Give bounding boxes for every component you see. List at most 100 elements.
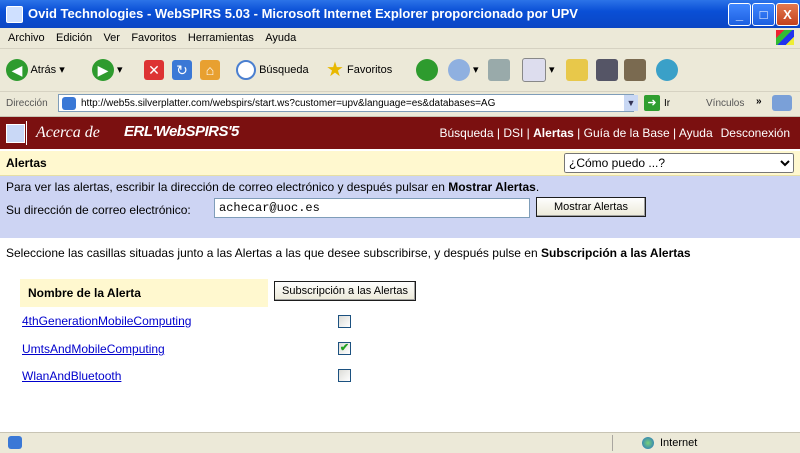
subscribe-instructions: Seleccione las casillas situadas junto a… — [6, 246, 691, 260]
maximize-button[interactable]: □ — [752, 3, 775, 26]
folder-button[interactable] — [566, 57, 588, 83]
nav-separator: | — [573, 126, 584, 140]
subscribe-button[interactable]: Subscripción a las Alertas — [274, 281, 416, 301]
help-select[interactable]: ¿Cómo puedo ...? — [564, 153, 794, 173]
show-alerts-button[interactable]: Mostrar Alertas — [536, 197, 646, 217]
menu-herramientas[interactable]: Herramientas — [188, 28, 254, 48]
mail-button[interactable]: ▾ — [448, 57, 479, 83]
alert-link[interactable]: UmtsAndMobileComputing — [22, 342, 165, 356]
nav-alertas[interactable]: Alertas — [533, 126, 574, 140]
nav-alertas-label: Alertas — [533, 126, 574, 140]
email-label: Su dirección de correo electrónico: — [6, 203, 191, 217]
forward-button[interactable]: ▶ ▾ — [92, 57, 123, 83]
nav-guia[interactable]: Guía de la Base — [584, 126, 670, 140]
status-divider — [612, 435, 613, 451]
history-button[interactable] — [416, 57, 438, 83]
address-bar: Dirección http://web5s.silverplatter.com… — [0, 92, 800, 117]
webspirs-logo-icon[interactable] — [6, 124, 25, 143]
nav-separator: | — [669, 126, 679, 140]
back-arrow-icon: ◀ — [6, 59, 28, 82]
checkmark-icon: ✔ — [339, 342, 350, 354]
instructions-text: Para ver las alertas, escribir la direcc… — [6, 180, 449, 194]
email-panel: Para ver las alertas, escribir la direcc… — [0, 176, 800, 238]
window-title: Ovid Technologies - WebSPIRS 5.03 - Micr… — [28, 6, 578, 21]
address-input[interactable]: http://web5s.silverplatter.com/webspirs/… — [58, 94, 634, 112]
menu-bar: Archivo Edición Ver Favoritos Herramient… — [0, 28, 800, 49]
window-titlebar: Ovid Technologies - WebSPIRS 5.03 - Micr… — [0, 0, 800, 28]
messenger-button[interactable] — [656, 57, 678, 83]
about-link[interactable]: Acerca de — [36, 124, 100, 142]
nav-separator: | — [523, 126, 534, 140]
windows-flag-icon — [776, 30, 794, 45]
refresh-button[interactable]: ↻ — [172, 57, 192, 83]
page-icon — [62, 97, 76, 110]
alert-link[interactable]: 4thGenerationMobileComputing — [22, 314, 191, 328]
webspirs-banner: Acerca de ERL'WebSPIRS'5 Búsqueda | DSI … — [0, 117, 800, 149]
email-instructions: Para ver las alertas, escribir la direcc… — [6, 180, 539, 194]
research-button[interactable] — [624, 57, 646, 83]
menu-favoritos[interactable]: Favoritos — [131, 28, 176, 48]
discuss-button[interactable] — [596, 57, 618, 83]
alert-checkbox[interactable]: ✔ — [338, 342, 351, 355]
research-icon — [624, 59, 646, 82]
history-icon — [416, 59, 438, 82]
extra-toolbar-icon[interactable] — [772, 95, 792, 111]
nav-desconexion[interactable]: Desconexión — [721, 126, 790, 140]
forward-arrow-icon: ▶ — [92, 59, 114, 82]
search-button[interactable]: Búsqueda — [236, 57, 309, 83]
stop-icon: ✕ — [144, 60, 164, 81]
print-icon — [488, 59, 510, 82]
menu-edicion[interactable]: Edición — [56, 28, 92, 48]
nav-busqueda[interactable]: Búsqueda — [439, 126, 493, 140]
banner-nav: Búsqueda | DSI | Alertas | Guía de la Ba… — [439, 126, 790, 140]
toolbar: ◀ Atrás ▾ ▶ ▾ ✕ ↻ ⌂ Búsqueda ★ Favoritos… — [0, 49, 800, 92]
back-label: Atrás — [30, 64, 57, 76]
internet-zone-icon — [642, 437, 654, 449]
security-zone: Internet — [660, 437, 698, 449]
brand-logo: ERL'WebSPIRS'5 — [124, 123, 239, 140]
favorites-button[interactable]: ★ Favoritos — [326, 57, 392, 83]
search-icon — [236, 60, 256, 81]
home-button[interactable]: ⌂ — [200, 57, 220, 83]
links-chevron-icon[interactable]: » — [756, 96, 762, 107]
go-button[interactable]: Ir — [664, 98, 670, 109]
search-label: Búsqueda — [259, 64, 309, 76]
column-header: Nombre de la Alerta — [20, 279, 268, 307]
go-arrow-icon[interactable]: ➜ — [644, 95, 660, 111]
nav-separator: | — [493, 126, 504, 140]
mail-icon — [448, 59, 470, 82]
back-button[interactable]: ◀ Atrás ▾ — [6, 57, 65, 83]
address-dropdown-icon[interactable]: ▼ — [624, 95, 638, 111]
folder-icon — [566, 59, 588, 82]
favorites-label: Favoritos — [347, 64, 393, 76]
alert-link[interactable]: WlanAndBluetooth — [22, 369, 121, 383]
alert-checkbox[interactable] — [338, 315, 351, 328]
refresh-icon: ↻ — [172, 60, 192, 81]
status-bar: Internet — [0, 432, 800, 453]
close-button[interactable]: X — [776, 3, 799, 26]
subscribe-text: Seleccione las casillas situadas junto a… — [6, 246, 541, 260]
menu-ver[interactable]: Ver — [103, 28, 120, 48]
column-header-label: Nombre de la Alerta — [28, 286, 141, 300]
word-icon — [522, 58, 546, 83]
nav-dsi[interactable]: DSI — [503, 126, 523, 140]
print-button[interactable] — [488, 57, 510, 83]
address-label: Dirección — [6, 98, 48, 109]
edit-button[interactable]: ▾ — [522, 57, 555, 83]
menu-archivo[interactable]: Archivo — [8, 28, 45, 48]
address-url: http://web5s.silverplatter.com/webspirs/… — [81, 98, 496, 109]
banner-divider — [26, 121, 27, 145]
menu-ayuda[interactable]: Ayuda — [265, 28, 296, 48]
page-title: Alertas — [6, 156, 47, 170]
minimize-button[interactable]: _ — [728, 3, 751, 26]
stop-button[interactable]: ✕ — [144, 57, 164, 83]
alert-checkbox[interactable] — [338, 369, 351, 382]
email-field[interactable] — [214, 198, 530, 218]
messenger-icon — [656, 59, 678, 82]
page-header: Alertas ¿Cómo puedo ...? — [0, 151, 800, 176]
links-label[interactable]: Vínculos — [706, 98, 744, 109]
page-status-icon — [8, 436, 22, 449]
home-icon: ⌂ — [200, 60, 220, 81]
nav-ayuda[interactable]: Ayuda — [679, 126, 713, 140]
ie-icon — [6, 6, 23, 23]
